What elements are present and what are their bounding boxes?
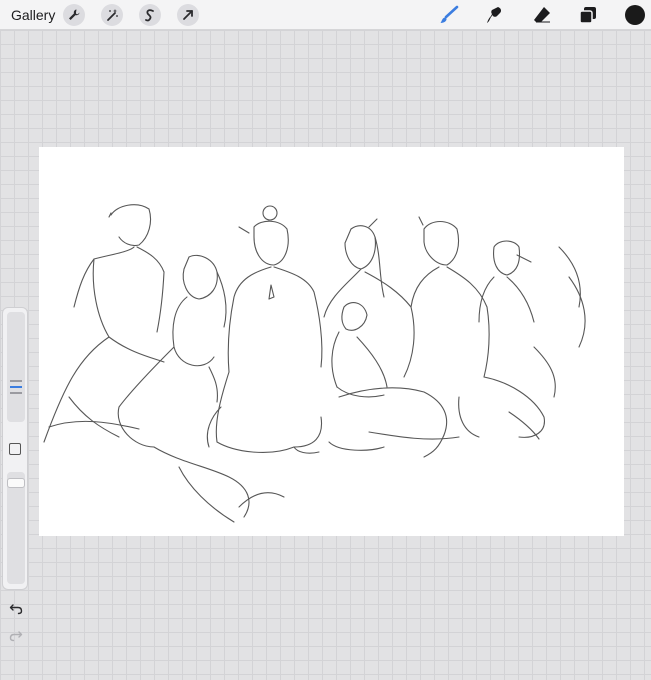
color-picker-swatch[interactable] (625, 5, 645, 25)
transform-arrow-icon[interactable] (177, 4, 199, 26)
brush-sidebar (2, 307, 28, 642)
undo-icon[interactable] (9, 601, 23, 615)
sketch-artwork (43, 204, 586, 523)
brush-size-slider[interactable] (7, 312, 25, 422)
top-toolbar: Gallery (0, 0, 651, 30)
gallery-button[interactable]: Gallery (11, 7, 55, 23)
layers-icon[interactable] (577, 4, 599, 26)
brush-size-handle[interactable] (7, 378, 25, 404)
drawing-canvas[interactable] (39, 147, 624, 536)
smudge-icon[interactable] (484, 4, 506, 26)
redo-icon[interactable] (9, 628, 23, 642)
opacity-slider[interactable] (7, 472, 25, 584)
actions-wrench-icon[interactable] (63, 4, 85, 26)
selection-s-icon[interactable] (139, 4, 161, 26)
modify-button[interactable] (9, 443, 21, 455)
adjustments-wand-icon[interactable] (101, 4, 123, 26)
brush-icon[interactable] (438, 4, 460, 26)
eraser-icon[interactable] (531, 4, 553, 26)
opacity-handle[interactable] (7, 478, 25, 488)
